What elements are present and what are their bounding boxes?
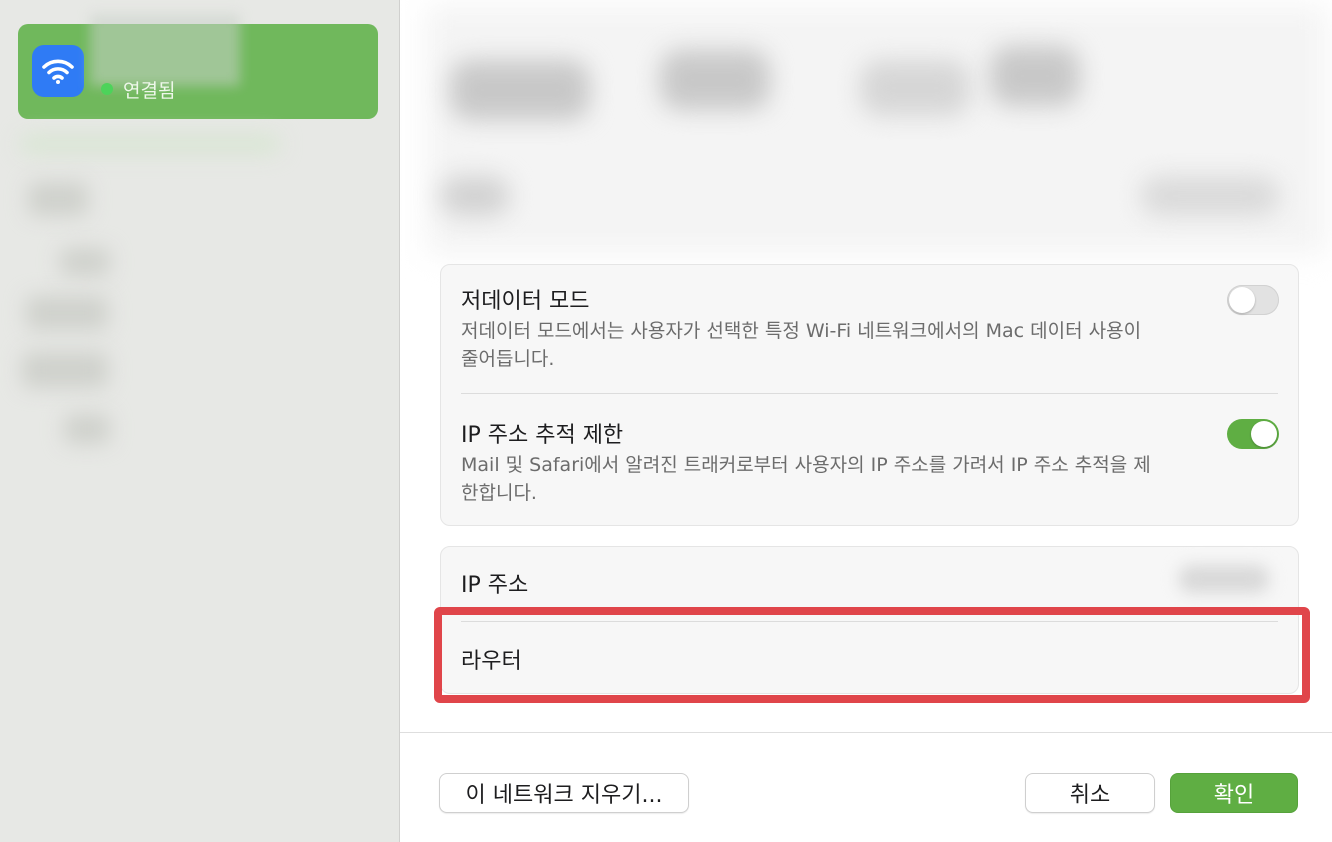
redacted-block — [990, 46, 1080, 106]
redacted-sidebar-item — [22, 352, 108, 388]
redacted-block — [860, 60, 970, 116]
redacted-block — [660, 50, 770, 110]
ip-address-label: IP 주소 — [461, 573, 529, 598]
redacted-settings-region — [426, 6, 1326, 254]
redacted-sidebar-item — [64, 414, 110, 444]
low-data-mode-title: 저데이터 모드 — [461, 289, 590, 314]
footer-divider — [400, 732, 1332, 733]
connection-status-text: 연결됨 — [123, 80, 176, 102]
forget-network-button[interactable]: 이 네트워크 지우기... — [439, 773, 689, 813]
network-details-panel: 저데이터 모드 저데이터 모드에서는 사용자가 선택한 특정 Wi-Fi 네트워… — [400, 0, 1332, 842]
sidebar: 연결됨 — [0, 0, 400, 842]
toggle-knob — [1251, 421, 1277, 447]
limit-ip-tracking-description: Mail 및 Safari에서 알려진 트래커로부터 사용자의 IP 주소를 가… — [461, 454, 1151, 504]
redacted-sidebar-item — [20, 134, 280, 154]
row-divider — [461, 393, 1278, 394]
wifi-icon — [32, 45, 84, 97]
limit-ip-tracking-toggle[interactable] — [1227, 419, 1279, 449]
redacted-sidebar-item — [60, 248, 110, 276]
redacted-block — [440, 176, 510, 216]
low-data-mode-description: 저데이터 모드에서는 사용자가 선택한 특정 Wi-Fi 네트워크에서의 Mac… — [461, 320, 1142, 370]
toggle-knob — [1229, 287, 1255, 313]
redacted-sidebar-item — [28, 182, 88, 216]
redacted-block — [450, 60, 590, 120]
ok-button[interactable]: 확인 — [1170, 773, 1298, 813]
ip-address-value-redacted — [1179, 565, 1269, 593]
redacted-sidebar-item — [26, 296, 108, 330]
privacy-settings-group: 저데이터 모드 저데이터 모드에서는 사용자가 선택한 특정 Wi-Fi 네트워… — [440, 264, 1299, 526]
connected-network-item[interactable]: 연결됨 — [18, 14, 378, 119]
cancel-button[interactable]: 취소 — [1025, 773, 1155, 813]
connection-status-dot — [101, 83, 113, 95]
low-data-mode-toggle[interactable] — [1227, 285, 1279, 315]
limit-ip-tracking-title: IP 주소 추적 제한 — [461, 423, 624, 448]
router-highlight-box — [434, 607, 1310, 703]
redacted-block — [1140, 176, 1280, 216]
